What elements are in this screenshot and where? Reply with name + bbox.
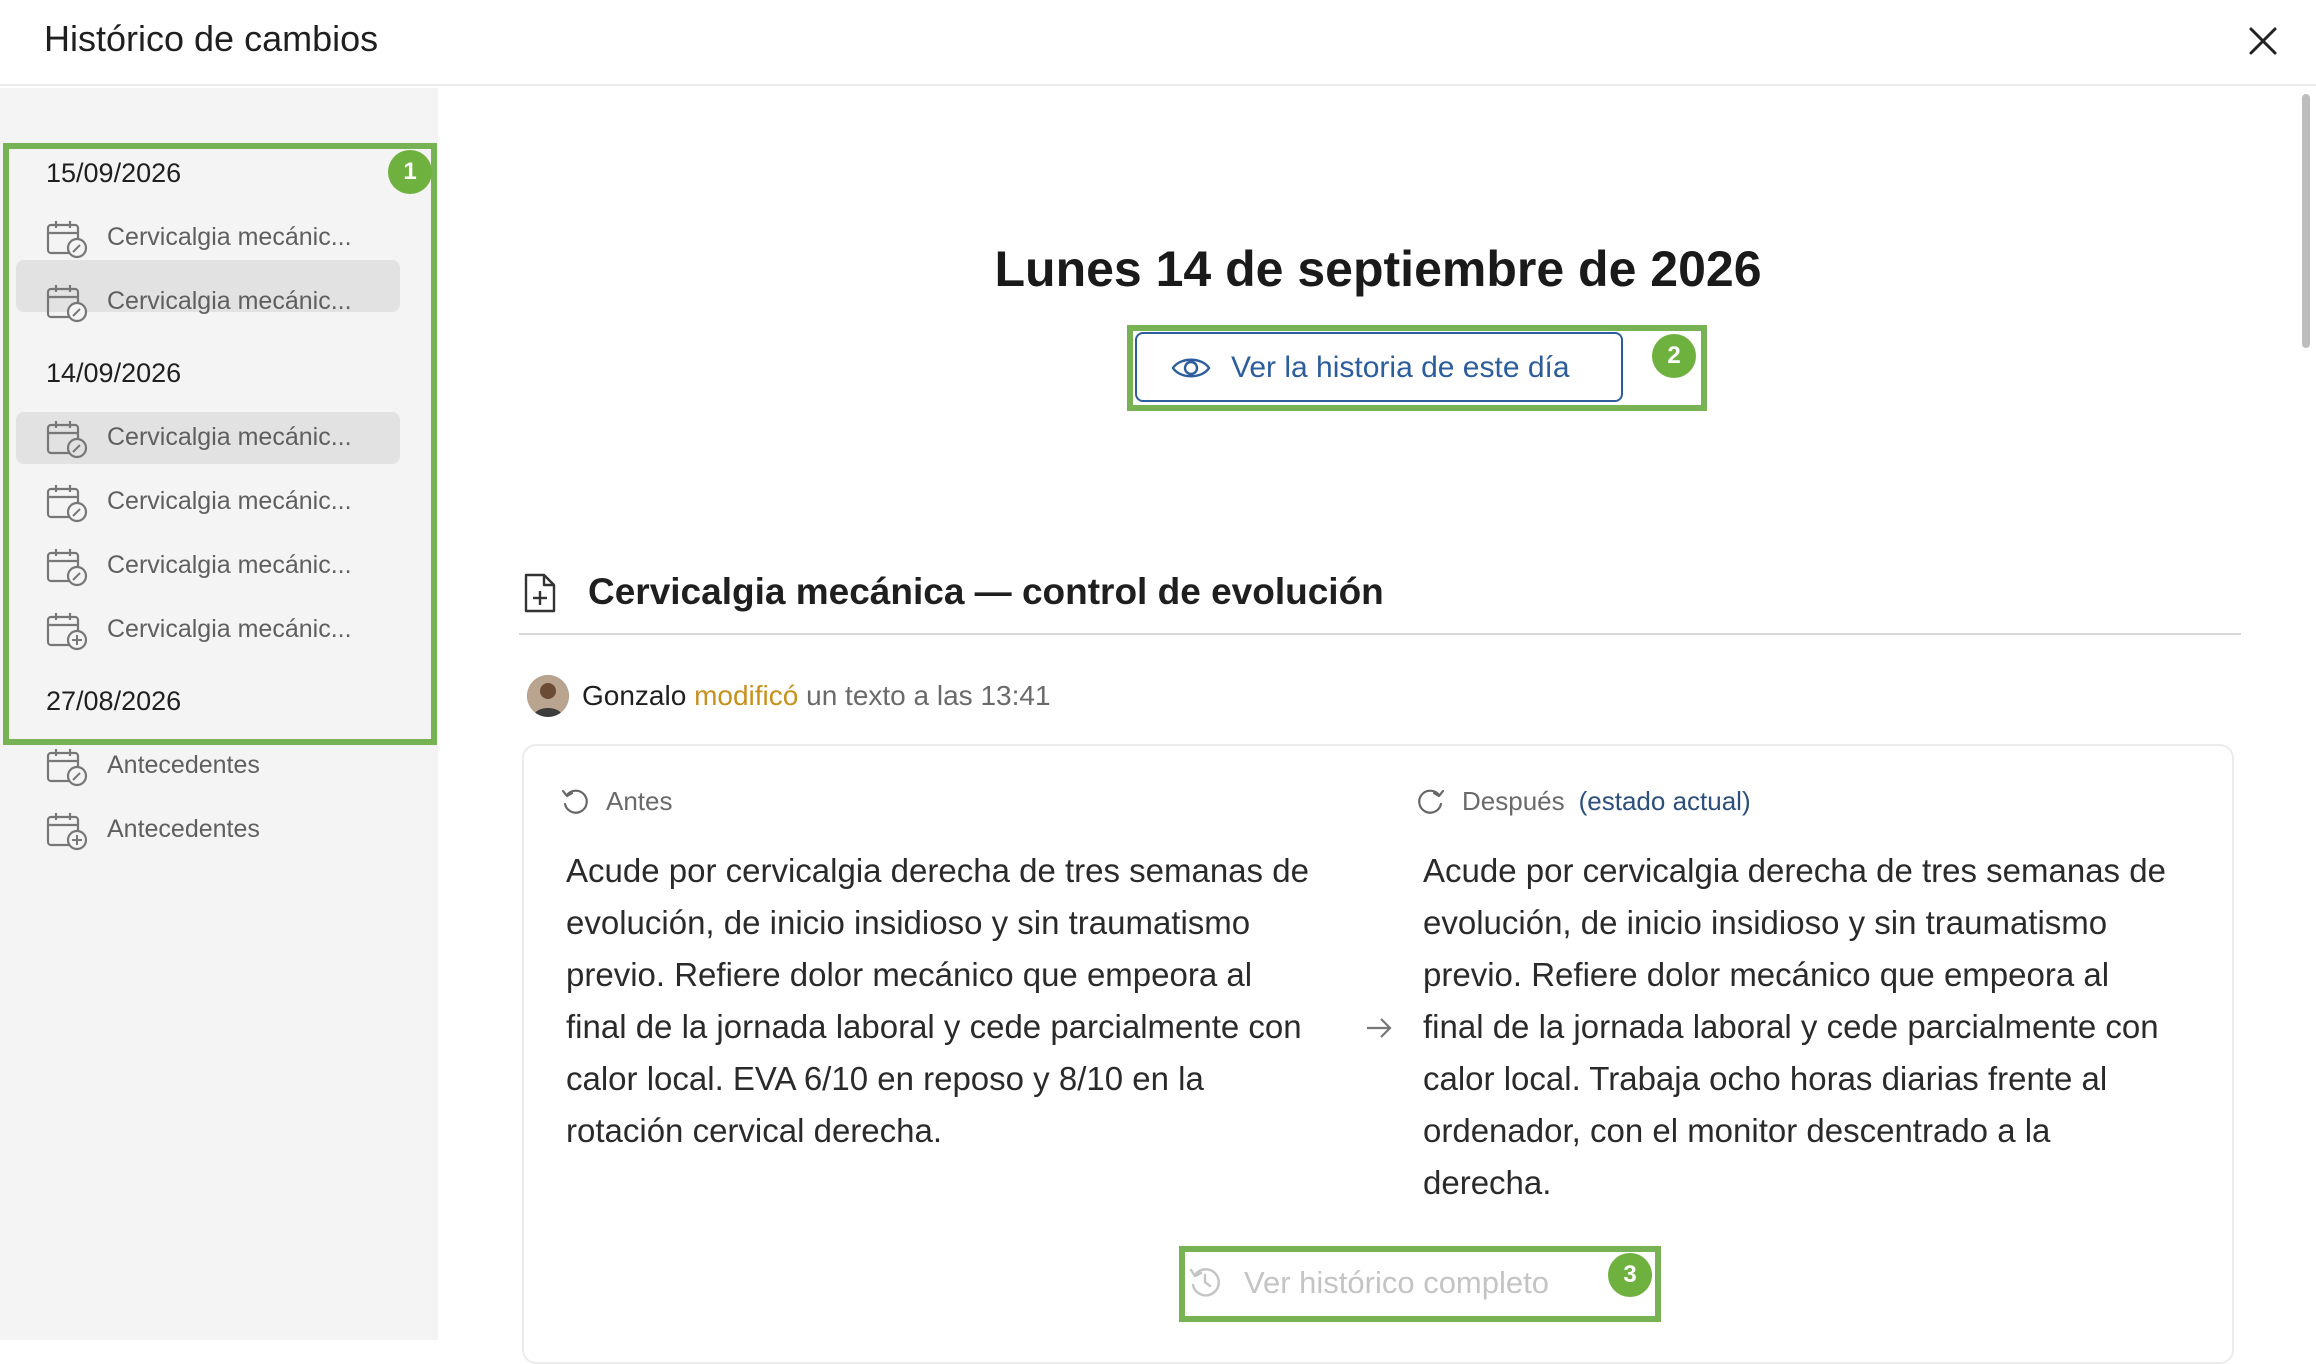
section-divider (519, 633, 2241, 635)
scrollbar-thumb[interactable] (2302, 94, 2310, 348)
document-add-icon (522, 572, 558, 614)
before-line: previo. Refiere dolor mecánico que empeo… (566, 956, 1253, 993)
after-line: previo. Refiere dolor mecánico que empeo… (1423, 956, 2110, 993)
after-line: ordenador, con el monitor descentrado a … (1423, 1112, 2051, 1149)
after-line: evolución, de inicio insidioso y sin tra… (1423, 904, 2108, 941)
after-line: Acude por cervicalgia derecha de tres se… (1423, 852, 2166, 889)
close-icon[interactable] (2244, 22, 2282, 60)
after-text: Acude por cervicalgia derecha de tres se… (1423, 845, 2213, 1209)
avatar (527, 675, 569, 717)
before-heading: Antes (606, 786, 673, 816)
annotation-highlight-1 (3, 143, 437, 745)
calendar-add-icon (46, 811, 88, 851)
modal-header: Histórico de cambios (0, 0, 2316, 86)
before-line: final de la jornada laboral y cede parci… (566, 1008, 1302, 1045)
view-full-history-label: Ver histórico completo (1244, 1265, 1549, 1300)
modal-title: Histórico de cambios (44, 18, 379, 59)
before-text: Acude por cervicalgia derecha de tres se… (566, 845, 1356, 1157)
annotation-badge-1: 1 (388, 150, 432, 194)
current-state-tag: (estado actual) (1578, 786, 1751, 816)
sidebar-item-change[interactable]: Antecedentes (16, 740, 400, 792)
sidebar-item-label: Antecedentes (107, 815, 260, 843)
view-day-history-label: Ver la historia de este día (1231, 351, 1570, 384)
after-heading: Después (estado actual) (1462, 786, 1751, 817)
redo-icon (1416, 786, 1446, 816)
change-action: modificó (694, 680, 799, 711)
calendar-edit-icon (46, 747, 88, 787)
after-line: final de la jornada laboral y cede parci… (1423, 1008, 2159, 1045)
undo-icon (560, 786, 590, 816)
arrow-right-icon (1364, 1010, 1394, 1046)
history-icon (1188, 1265, 1222, 1299)
view-full-history-button[interactable]: Ver histórico completo (1188, 1253, 1588, 1313)
annotation-badge-3: 3 (1608, 1253, 1652, 1297)
eye-icon (1171, 350, 1211, 386)
before-line: Acude por cervicalgia derecha de tres se… (566, 852, 1309, 889)
sidebar-item-label: Antecedentes (107, 751, 260, 779)
after-heading-label: Después (1462, 786, 1565, 816)
section-title: Cervicalgia mecánica — control de evoluc… (588, 571, 1384, 612)
view-day-history-button[interactable]: Ver la historia de este día (1135, 332, 1623, 402)
sidebar-item-created[interactable]: Antecedentes (16, 804, 400, 856)
day-title: Lunes 14 de septiembre de 2026 (994, 241, 1762, 297)
change-meta: un texto a las 13:41 (806, 680, 1051, 711)
after-line: calor local. Trabaja ocho horas diarias … (1423, 1060, 2108, 1097)
before-line: rotación cervical derecha. (566, 1112, 943, 1149)
after-line: derecha. (1423, 1164, 1552, 1201)
before-line: calor local. EVA 6/10 en reposo y 8/10 e… (566, 1060, 1204, 1097)
change-summary: Gonzalo modificó un texto a las 13:41 (582, 680, 1051, 712)
annotation-badge-2: 2 (1652, 334, 1696, 378)
author-name: Gonzalo (582, 680, 687, 711)
before-line: evolución, de inicio insidioso y sin tra… (566, 904, 1251, 941)
